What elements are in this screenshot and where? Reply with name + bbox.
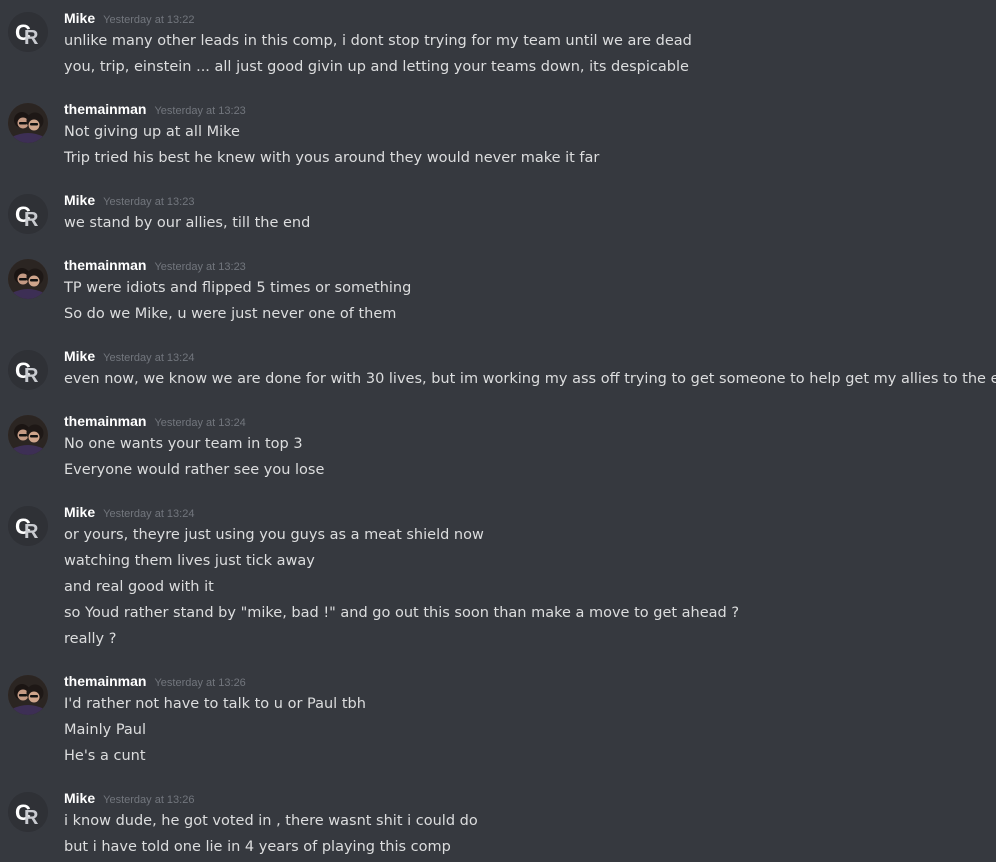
message-group: themainman Yesterday at 13:24 No one wan…	[0, 413, 996, 483]
timestamp: Yesterday at 13:22	[103, 14, 195, 26]
timestamp: Yesterday at 13:23	[154, 261, 246, 273]
photo-avatar[interactable]	[8, 415, 48, 455]
message-header: themainman Yesterday at 13:24	[64, 413, 246, 433]
cr-logo-avatar[interactable]: CR	[8, 194, 48, 234]
message-text: or yours, theyre just using you guys as …	[64, 527, 484, 543]
svg-text:R: R	[24, 209, 39, 231]
message-group: CR Mike Yesterday at 13:22 unlike many o…	[0, 10, 996, 80]
photo-avatar[interactable]	[8, 675, 48, 715]
message-text: No one wants your team in top 3	[64, 436, 303, 452]
photo-avatar[interactable]	[8, 259, 48, 299]
author-name[interactable]: themainman	[64, 101, 146, 117]
message-text: and real good with it	[64, 579, 214, 595]
timestamp: Yesterday at 13:24	[154, 417, 246, 429]
message-group: themainman Yesterday at 13:26 I'd rather…	[0, 673, 996, 769]
timestamp: Yesterday at 13:23	[154, 105, 246, 117]
message-header: themainman Yesterday at 13:26	[64, 673, 246, 693]
message-group: themainman Yesterday at 13:23 Not giving…	[0, 101, 996, 171]
message-text: TP were idiots and flipped 5 times or so…	[64, 280, 412, 296]
cr-logo-avatar[interactable]: CR	[8, 350, 48, 390]
author-name[interactable]: Mike	[64, 790, 95, 806]
message-text: Trip tried his best he knew with yous ar…	[64, 150, 600, 166]
message-text: watching them lives just tick away	[64, 553, 315, 569]
author-name[interactable]: Mike	[64, 504, 95, 520]
message-text: really ?	[64, 631, 117, 647]
author-name[interactable]: Mike	[64, 10, 95, 26]
timestamp: Yesterday at 13:24	[103, 508, 195, 520]
message-text: Mainly Paul	[64, 722, 147, 738]
author-name[interactable]: themainman	[64, 673, 146, 689]
message-group: themainman Yesterday at 13:23 TP were id…	[0, 257, 996, 327]
message-text: unlike many other leads in this comp, i …	[64, 33, 692, 49]
message-group: CR Mike Yesterday at 13:23 we stand by o…	[0, 192, 996, 236]
message-header: Mike Yesterday at 13:23	[64, 192, 194, 212]
message-group: CR Mike Yesterday at 13:24 even now, we …	[0, 348, 996, 392]
message-header: Mike Yesterday at 13:24	[64, 348, 194, 368]
timestamp: Yesterday at 13:24	[103, 352, 195, 364]
cr-logo-avatar[interactable]: CR	[8, 12, 48, 52]
message-header: themainman Yesterday at 13:23	[64, 257, 246, 277]
message-header: Mike Yesterday at 13:22	[64, 10, 194, 30]
message-text: so Youd rather stand by "mike, bad !" an…	[64, 605, 740, 621]
message-header: themainman Yesterday at 13:23	[64, 101, 246, 121]
message-text: but i have told one lie in 4 years of pl…	[64, 839, 451, 855]
timestamp: Yesterday at 13:23	[103, 196, 195, 208]
message-text: Everyone would rather see you lose	[64, 462, 325, 478]
message-text: He's a cunt	[64, 748, 146, 764]
author-name[interactable]: themainman	[64, 257, 146, 273]
message-group: CR Mike Yesterday at 13:26 i know dude, …	[0, 790, 996, 860]
author-name[interactable]: themainman	[64, 413, 146, 429]
message-text: even now, we know we are done for with 3…	[64, 371, 996, 387]
cr-logo-avatar[interactable]: CR	[8, 506, 48, 546]
message-feed: CR Mike Yesterday at 13:22 unlike many o…	[0, 0, 996, 862]
svg-text:R: R	[24, 521, 39, 543]
message-header: Mike Yesterday at 13:26	[64, 790, 194, 810]
message-text: i know dude, he got voted in , there was…	[64, 813, 478, 829]
message-header: Mike Yesterday at 13:24	[64, 504, 194, 524]
svg-text:R: R	[24, 365, 39, 387]
photo-avatar[interactable]	[8, 103, 48, 143]
timestamp: Yesterday at 13:26	[154, 677, 246, 689]
message-text: we stand by our allies, till the end	[64, 215, 311, 231]
author-name[interactable]: Mike	[64, 192, 95, 208]
svg-text:R: R	[24, 27, 39, 49]
message-group: CR Mike Yesterday at 13:24 or yours, the…	[0, 504, 996, 652]
timestamp: Yesterday at 13:26	[103, 794, 195, 806]
author-name[interactable]: Mike	[64, 348, 95, 364]
message-text: you, trip, einstein ... all just good gi…	[64, 59, 689, 75]
message-text: I'd rather not have to talk to u or Paul…	[64, 696, 366, 712]
message-text: So do we Mike, u were just never one of …	[64, 306, 397, 322]
svg-text:R: R	[24, 807, 39, 829]
cr-logo-avatar[interactable]: CR	[8, 792, 48, 832]
message-text: Not giving up at all Mike	[64, 124, 240, 140]
